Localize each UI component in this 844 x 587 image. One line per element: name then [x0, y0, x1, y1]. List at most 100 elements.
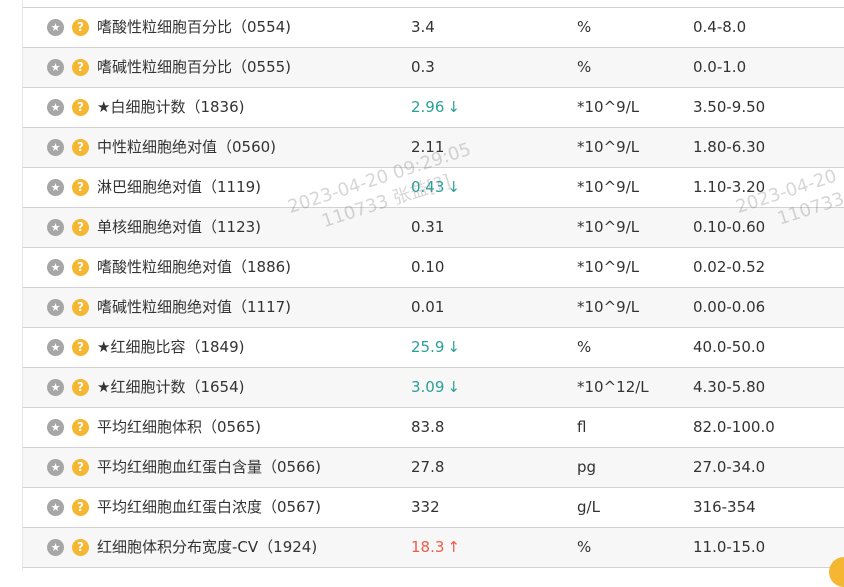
help-icon[interactable]: ? — [72, 339, 89, 356]
help-icon[interactable]: ? — [72, 259, 89, 276]
test-name: ★白细胞计数（1836) — [97, 98, 245, 116]
star-icon[interactable]: ★ — [47, 139, 64, 156]
table-row: ★? 平均红细胞体积（0565) 83.8 fl 82.0-100.0 — [23, 408, 844, 448]
result-value: 2.96 — [411, 98, 445, 116]
arrow-up-icon: ↑ — [447, 538, 460, 556]
help-icon[interactable]: ? — [72, 459, 89, 476]
test-name: 红细胞体积分布宽度-CV（1924) — [97, 538, 318, 556]
reference-range: 82.0-100.0 — [693, 418, 775, 436]
help-icon[interactable]: ? — [72, 59, 89, 76]
help-icon[interactable]: ? — [72, 499, 89, 516]
star-icon[interactable]: ★ — [47, 219, 64, 236]
result-value-cell: 0.43 ↓ — [411, 168, 460, 207]
row-icons: ★? — [47, 8, 93, 47]
reference-range: 11.0-15.0 — [693, 538, 766, 556]
result-value: 27.8 — [411, 458, 445, 476]
row-icons: ★? — [47, 128, 93, 167]
reference-range: 316-354 — [693, 498, 756, 516]
result-value: 2.11 — [411, 138, 445, 156]
help-icon[interactable]: ? — [72, 99, 89, 116]
row-icons: ★? — [47, 88, 93, 127]
table-row: ★? ★红细胞计数（1654) 3.09 ↓ *10^12/L 4.30-5.80 — [23, 368, 844, 408]
result-value: 0.01 — [411, 298, 445, 316]
reference-range: 0.00-0.06 — [693, 298, 766, 316]
result-value: 0.3 — [411, 58, 435, 76]
help-icon[interactable]: ? — [72, 299, 89, 316]
help-icon[interactable]: ? — [72, 19, 89, 36]
table-row: ★? 嗜酸性粒细胞百分比（0554) 3.4% 0.4-8.0 — [23, 8, 844, 48]
star-icon[interactable]: ★ — [47, 339, 64, 356]
reference-range: 1.10-3.20 — [693, 178, 766, 196]
result-unit: % — [577, 18, 592, 36]
arrow-down-icon: ↓ — [447, 98, 460, 116]
result-value: 83.8 — [411, 418, 445, 436]
test-name: 平均红细胞体积（0565) — [97, 418, 262, 436]
result-unit: *10^9/L — [577, 258, 640, 276]
row-icons: ★? — [47, 368, 93, 407]
star-icon[interactable]: ★ — [47, 179, 64, 196]
row-icons: ★? — [47, 408, 93, 447]
star-icon[interactable]: ★ — [47, 99, 64, 116]
result-value-cell: 332 — [411, 488, 440, 527]
result-unit: pg — [577, 458, 597, 476]
help-icon[interactable]: ? — [72, 179, 89, 196]
test-name: 嗜酸性粒细胞绝对值（1886) — [97, 258, 292, 276]
result-value: 332 — [411, 498, 440, 516]
star-icon[interactable]: ★ — [47, 459, 64, 476]
star-icon[interactable]: ★ — [47, 539, 64, 556]
star-icon[interactable]: ★ — [47, 419, 64, 436]
help-icon[interactable]: ? — [72, 379, 89, 396]
result-value-cell: 0.3 — [411, 48, 435, 87]
result-value: 25.9 — [411, 338, 445, 356]
result-unit: *10^9/L — [577, 218, 640, 236]
table-row: ★? 中性粒细胞绝对值（0560) 2.11 *10^9/L 1.80-6.30 — [23, 128, 844, 168]
reference-range: 40.0-50.0 — [693, 338, 766, 356]
table-row: ★? ★红细胞比容（1849) 25.9 ↓% 40.0-50.0 — [23, 328, 844, 368]
help-icon[interactable]: ? — [72, 139, 89, 156]
help-icon[interactable]: ? — [72, 219, 89, 236]
test-name: 平均红细胞血红蛋白含量（0566) — [97, 458, 322, 476]
star-icon[interactable]: ★ — [47, 19, 64, 36]
test-name: 中性粒细胞绝对值（0560) — [97, 138, 277, 156]
result-unit: *10^9/L — [577, 178, 640, 196]
reference-range: 0.10-0.60 — [693, 218, 766, 236]
result-value: 3.09 — [411, 378, 445, 396]
row-icons: ★? — [47, 208, 93, 247]
result-unit: *10^9/L — [577, 98, 640, 116]
row-icons: ★? — [47, 328, 93, 367]
result-value-cell: 83.8 — [411, 408, 444, 447]
row-icons: ★? — [47, 488, 93, 527]
arrow-down-icon: ↓ — [447, 178, 460, 196]
help-icon[interactable]: ? — [72, 539, 89, 556]
result-value: 0.43 — [411, 178, 445, 196]
reference-range: 0.4-8.0 — [693, 18, 747, 36]
arrow-down-icon: ↓ — [447, 338, 460, 356]
result-value: 3.4 — [411, 18, 435, 36]
reference-range: 4.30-5.80 — [693, 378, 766, 396]
reference-range: 27.0-34.0 — [693, 458, 766, 476]
result-value-cell: 2.11 — [411, 128, 444, 167]
table-row: ★? 嗜碱性粒细胞百分比（0555) 0.3% 0.0-1.0 — [23, 48, 844, 88]
lab-results-table: ★? 嗜酸性粒细胞百分比（0554) 3.4% 0.4-8.0 ★? 嗜碱性粒细胞百分比（… — [22, 0, 844, 570]
star-icon[interactable]: ★ — [47, 299, 64, 316]
star-icon[interactable]: ★ — [47, 59, 64, 76]
result-value-cell: 3.4 — [411, 8, 435, 47]
help-icon[interactable]: ? — [72, 419, 89, 436]
result-value: 18.3 — [411, 538, 445, 556]
reference-range: 0.02-0.52 — [693, 258, 766, 276]
test-name: ★红细胞计数（1654) — [97, 378, 245, 396]
arrow-down-icon: ↓ — [447, 378, 460, 396]
table-row: ★? ★白细胞计数（1836) 2.96 ↓ *10^9/L 3.50-9.50 — [23, 88, 844, 128]
row-icons: ★? — [47, 168, 93, 207]
result-unit: *10^12/L — [577, 378, 649, 396]
star-icon[interactable]: ★ — [47, 379, 64, 396]
star-icon[interactable]: ★ — [47, 259, 64, 276]
table-row: ★? 红细胞体积分布宽度-CV（1924) 18.3 ↑% 11.0-15.0 — [23, 528, 844, 568]
reference-range: 0.0-1.0 — [693, 58, 747, 76]
star-icon[interactable]: ★ — [47, 499, 64, 516]
row-icons: ★? — [47, 448, 93, 487]
result-value: 0.31 — [411, 218, 445, 236]
row-icons: ★? — [47, 48, 93, 87]
reference-range: 1.80-6.30 — [693, 138, 766, 156]
table-row: ★? 淋巴细胞绝对值（1119) 0.43 ↓ *10^9/L 1.10-3.20 — [23, 168, 844, 208]
